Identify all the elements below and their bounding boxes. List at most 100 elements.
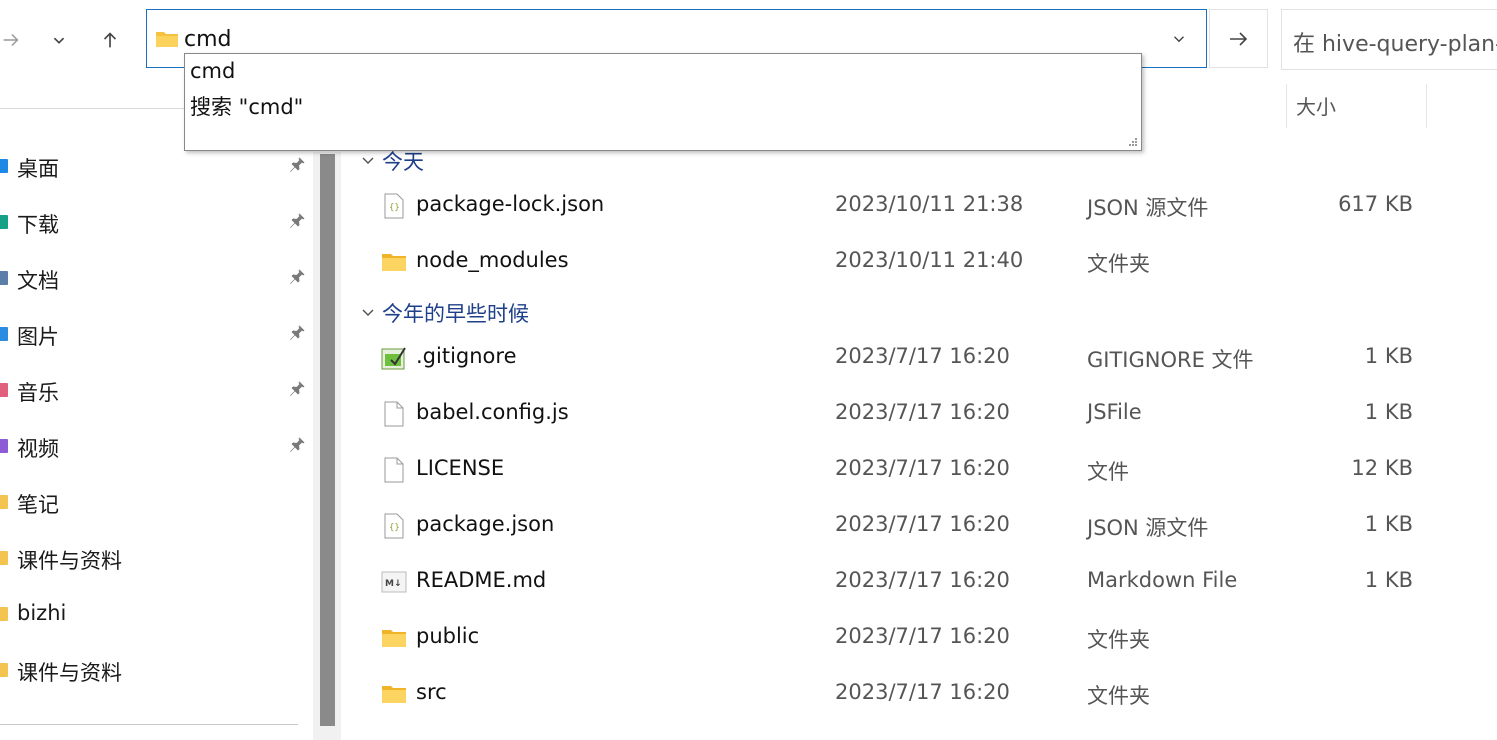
file-date: 2023/10/11 21:38 <box>835 192 1024 216</box>
file-type: 文件 <box>1087 460 1129 484</box>
file-name: babel.config.js <box>416 400 569 424</box>
sidebar-item[interactable]: 音乐 <box>0 369 312 413</box>
library-icon <box>0 383 8 397</box>
address-autocomplete: cmd 搜索 "cmd" <box>184 53 1142 151</box>
file-name: src <box>416 680 447 704</box>
sidebar-item[interactable]: 下载 <box>0 201 312 245</box>
markdown-file-icon: M↓ <box>381 569 407 595</box>
pin-icon[interactable] <box>287 267 307 287</box>
file-type: JSON 源文件 <box>1087 196 1209 220</box>
sidebar-item-label: 课件与资料 <box>17 661 122 685</box>
file-row[interactable]: public 2023/7/17 16:20 文件夹 <box>343 613 1497 663</box>
file-row[interactable]: babel.config.js 2023/7/17 16:20 JSFile 1 KB <box>343 389 1497 439</box>
file-row[interactable]: {} package.json 2023/7/17 16:20 JSON 源文件 1 K… <box>343 501 1497 551</box>
file-date: 2023/7/17 16:20 <box>835 344 1010 368</box>
chevron-down-icon[interactable] <box>360 152 376 168</box>
sidebar-item[interactable]: 笔记 <box>0 481 312 525</box>
chevron-down-icon[interactable] <box>360 304 376 320</box>
autocomplete-search-item[interactable]: 搜索 "cmd" <box>190 91 303 121</box>
folder-icon <box>156 32 178 47</box>
resize-grip-icon[interactable] <box>1128 137 1138 147</box>
file-type: 文件夹 <box>1087 684 1150 708</box>
sidebar-item[interactable]: 视频 <box>0 425 312 469</box>
file-date: 2023/7/17 16:20 <box>835 680 1010 704</box>
file-name: node_modules <box>416 248 569 272</box>
sidebar-item[interactable]: 课件与资料 <box>0 537 312 581</box>
folder-icon <box>381 681 407 707</box>
file-row[interactable]: {} package-lock.json 2023/10/11 21:38 JSON … <box>343 181 1497 231</box>
arrow-right-icon <box>1229 31 1247 46</box>
file-size: 1 KB <box>1364 568 1413 592</box>
pin-icon[interactable] <box>287 323 307 343</box>
svg-text:M↓: M↓ <box>385 579 402 589</box>
autocomplete-item[interactable]: cmd <box>190 59 235 83</box>
gitignore-file-icon <box>381 345 407 371</box>
navigation-pane <box>0 100 312 740</box>
sidebar-item[interactable]: 文档 <box>0 257 312 301</box>
arrow-right-icon <box>3 33 19 47</box>
sidebar-scrollbar-thumb[interactable] <box>320 154 335 726</box>
file-date: 2023/7/17 16:20 <box>835 568 1010 592</box>
file-row[interactable]: node_modules 2023/10/11 21:40 文件夹 <box>343 237 1497 287</box>
file-date: 2023/7/17 16:20 <box>835 624 1010 648</box>
folder-icon <box>0 551 8 565</box>
pin-icon[interactable] <box>287 379 307 399</box>
pin-icon[interactable] <box>287 211 307 231</box>
column-separator[interactable] <box>1286 84 1287 128</box>
folder-icon <box>0 607 8 621</box>
column-separator[interactable] <box>1426 84 1427 128</box>
search-placeholder: 在 hive-query-plan-v <box>1293 32 1497 57</box>
file-name: public <box>416 624 480 648</box>
file-name: .gitignore <box>416 344 517 368</box>
library-icon <box>0 215 8 229</box>
library-icon <box>0 439 8 453</box>
sidebar-item-label: 图片 <box>17 325 59 349</box>
sidebar-item[interactable]: 课件与资料 <box>0 649 312 693</box>
sidebar-item-label: 音乐 <box>17 381 59 405</box>
file-row[interactable]: src 2023/7/17 16:20 文件夹 <box>343 669 1497 719</box>
blank-file-icon <box>381 401 407 427</box>
sidebar-item[interactable]: bizhi <box>0 593 312 637</box>
file-type: JSFile <box>1087 400 1142 424</box>
group-label: 今年的早些时候 <box>382 302 529 326</box>
sidebar-item[interactable]: 图片 <box>0 313 312 357</box>
file-name: LICENSE <box>416 456 505 480</box>
sidebar-item-label: bizhi <box>17 601 67 625</box>
sidebar-item-label: 笔记 <box>17 493 59 517</box>
json-file-icon: {} <box>381 513 407 539</box>
file-row[interactable]: LICENSE 2023/7/17 16:20 文件 12 KB <box>343 445 1497 495</box>
json-file-icon: {} <box>381 193 407 219</box>
up-button[interactable] <box>93 22 127 58</box>
file-name: README.md <box>416 568 547 592</box>
file-date: 2023/7/17 16:20 <box>835 512 1010 536</box>
sidebar-item-label: 视频 <box>17 437 59 461</box>
file-type: GITIGNORE 文件 <box>1087 348 1254 372</box>
forward-button[interactable] <box>0 22 28 58</box>
file-date: 2023/10/11 21:40 <box>835 248 1024 272</box>
recent-locations-button[interactable] <box>42 22 76 58</box>
file-row[interactable]: .gitignore 2023/7/17 16:20 GITIGNORE 文件 1 K… <box>343 333 1497 383</box>
sidebar-item-label: 桌面 <box>17 157 59 181</box>
file-size: 12 KB <box>1351 456 1413 480</box>
sidebar-divider <box>0 724 298 725</box>
file-type: 文件夹 <box>1087 628 1150 652</box>
folder-icon <box>381 625 407 651</box>
file-row[interactable]: M↓ README.md 2023/7/17 16:20 Markdown File 1… <box>343 557 1497 607</box>
file-size: 1 KB <box>1364 344 1413 368</box>
file-size: 617 KB <box>1338 192 1413 216</box>
address-input[interactable] <box>184 24 1144 54</box>
search-input[interactable]: 在 hive-query-plan-v <box>1281 9 1497 70</box>
sidebar-item-label: 下载 <box>17 213 59 237</box>
file-type: Markdown File <box>1087 568 1238 592</box>
file-name: package.json <box>416 512 555 536</box>
arrow-up-icon <box>103 32 117 48</box>
file-type: 文件夹 <box>1087 252 1150 276</box>
column-header-size[interactable]: 大小 <box>1296 91 1336 120</box>
chevron-down-icon[interactable] <box>1170 30 1188 48</box>
svg-text:{}: {} <box>389 523 400 533</box>
go-button[interactable] <box>1209 9 1268 68</box>
chevron-down-icon <box>53 37 65 44</box>
pin-icon[interactable] <box>287 155 307 175</box>
pin-icon[interactable] <box>287 435 307 455</box>
sidebar-item[interactable]: 桌面 <box>0 145 312 189</box>
